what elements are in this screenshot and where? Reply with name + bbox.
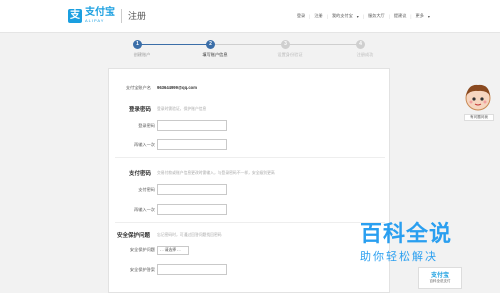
account-value: 963644999@qq.com <box>157 85 197 90</box>
helper-label[interactable]: 有问题问我 <box>464 114 494 121</box>
login-password-confirm-label: 再输入一次 <box>134 142 155 147</box>
page-title: 注册 <box>128 11 147 21</box>
nav-sep: | <box>362 13 364 19</box>
alipay-logo-icon: 支 <box>68 8 82 23</box>
helper-avatar-icon[interactable] <box>463 82 493 112</box>
watermark-title: 百科全说 <box>360 222 453 247</box>
mini-badge-logo: 支付宝 <box>430 273 449 279</box>
top-nav: 登录 | 注册 | 我的支付宝 ▾ | 服务大厅 | 提建议 | 更多 ▾ <box>293 13 430 19</box>
nav-sep: | <box>410 13 412 19</box>
login-password-confirm-input[interactable] <box>157 139 227 150</box>
login-password-label: 登录密码 <box>138 123 155 128</box>
chevron-down-icon: ▾ <box>356 13 359 19</box>
nav-register[interactable]: 注册 <box>314 13 322 19</box>
top-header: 支 支付宝 ALIPAY 注册 登录 | 注册 | 我的支付宝 ▾ | 服务大厅… <box>0 0 500 33</box>
step-line-2 <box>210 44 285 45</box>
nav-feedback[interactable]: 提建议 <box>394 13 407 19</box>
pay-password-confirm-label: 再输入一次 <box>134 207 155 212</box>
step-2-label: 填写账户信息 <box>202 52 228 57</box>
nav-login[interactable]: 登录 <box>297 13 305 19</box>
mini-badge-sub: 百科全说支付 <box>429 279 451 283</box>
watermark: 百科全说 助你轻松解决 <box>360 216 452 264</box>
logo-divider <box>121 8 122 23</box>
alipay-logo[interactable]: 支 支付宝 ALIPAY 注册 <box>68 8 146 23</box>
nav-my-alipay[interactable]: 我的支付宝 <box>332 13 353 19</box>
step-line-3 <box>285 44 360 45</box>
login-password-note: 登录时需验证，保护账户信息 <box>157 107 207 111</box>
step-3-label: 设置身份验证 <box>277 52 303 57</box>
nav-sep: | <box>388 13 390 19</box>
step-4-label: 注册成功 <box>356 52 374 57</box>
security-question-title: 安全保护问题 <box>117 233 151 239</box>
step-1-label: 创建账户 <box>133 52 151 57</box>
security-question-select[interactable]: - - 请选择 - - <box>157 246 189 255</box>
step-4-dot: 4 <box>356 40 365 49</box>
step-1-dot: 1 <box>133 40 142 49</box>
security-question-value: - - 请选择 - - <box>160 248 181 252</box>
pay-password-title: 支付密码 <box>129 171 152 177</box>
pay-password-note: 交易付款或账户信息更改时需输入，与登录密码不一样，安全级别更高 <box>157 171 275 175</box>
progress-steps: 1 创建账户 2 填写账户信息 3 设置身份验证 4 注册成功 <box>110 38 400 62</box>
nav-sep: | <box>326 13 328 19</box>
security-question-label: 安全保护问题 <box>129 247 155 252</box>
mini-badge: 支付宝 百科全说支付 <box>418 267 462 289</box>
pay-password-input[interactable] <box>157 184 227 195</box>
security-question-note: 忘记密码时，可通过回答问题找回密码 <box>157 233 222 237</box>
nav-sep: | <box>309 13 311 19</box>
register-form-card: 支付宝账户名 963644999@qq.com 登录密码 登录时需验证，保护账户… <box>108 68 390 293</box>
chevron-down-icon: ▾ <box>427 13 430 19</box>
account-label: 支付宝账户名 <box>125 85 151 90</box>
pay-password-label: 支付密码 <box>138 187 155 192</box>
watermark-subtitle: 助你轻松解决 <box>360 250 438 263</box>
security-answer-input[interactable] <box>157 264 227 275</box>
login-password-input[interactable] <box>157 120 227 131</box>
logo-en: ALIPAY <box>85 18 105 23</box>
section-divider <box>115 222 385 223</box>
nav-service-hall[interactable]: 服务大厅 <box>368 13 385 19</box>
step-2-dot: 2 <box>206 40 215 49</box>
security-answer-label: 安全保护答案 <box>129 267 155 272</box>
logo-text: 支付宝 ALIPAY <box>85 7 115 24</box>
logo-cn: 支付宝 <box>85 7 115 18</box>
login-password-title: 登录密码 <box>129 107 152 113</box>
step-3-dot: 3 <box>281 40 290 49</box>
pay-password-confirm-input[interactable] <box>157 204 227 215</box>
step-line-1 <box>140 44 210 45</box>
nav-more[interactable]: 更多 <box>416 13 424 19</box>
section-divider <box>115 157 385 158</box>
